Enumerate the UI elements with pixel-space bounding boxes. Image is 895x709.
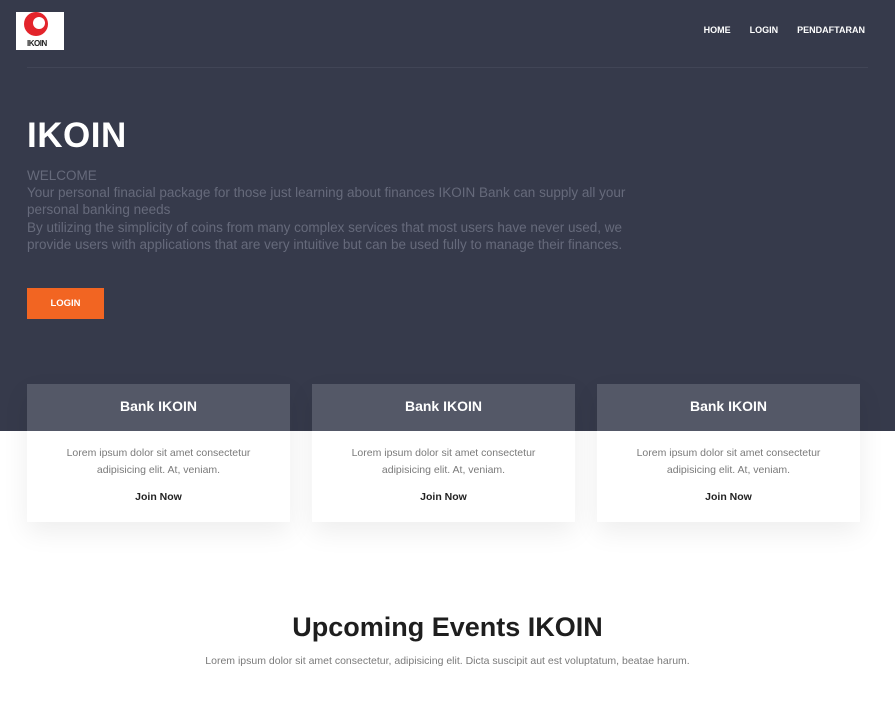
card-text: Lorem ipsum dolor sit amet consectetur a… [636, 447, 821, 476]
navbar: IKOIN HOME LOGIN PENDAFTARAN [0, 0, 895, 68]
feature-card: Bank IKOIN Lorem ipsum dolor sit amet co… [312, 384, 575, 522]
feature-card: Bank IKOIN Lorem ipsum dolor sit amet co… [27, 384, 290, 522]
logo[interactable]: IKOIN [16, 12, 64, 50]
logo-coin-hole [33, 17, 45, 29]
events-title: Upcoming Events IKOIN [292, 612, 603, 642]
nav-divider [27, 67, 868, 68]
feature-card: Bank IKOIN Lorem ipsum dolor sit amet co… [597, 384, 860, 522]
nav-login-link[interactable]: LOGIN [750, 25, 779, 35]
card-title: Bank IKOIN [27, 384, 290, 431]
hero-title: IKOIN [27, 116, 127, 155]
join-now-link[interactable]: Join Now [597, 491, 860, 503]
nav-register-link[interactable]: PENDAFTARAN [797, 25, 865, 35]
card-title: Bank IKOIN [312, 384, 575, 431]
card-title: Bank IKOIN [597, 384, 860, 431]
hero-welcome: WELCOME [27, 168, 97, 183]
logo-text: IKOIN [27, 39, 47, 48]
nav-menu: HOME LOGIN PENDAFTARAN [704, 25, 865, 35]
join-now-link[interactable]: Join Now [27, 491, 290, 503]
nav-home-link[interactable]: HOME [704, 25, 731, 35]
hero-login-button[interactable]: LOGIN [27, 288, 104, 319]
card-text: Lorem ipsum dolor sit amet consectetur a… [351, 447, 536, 476]
hero-description: WELCOME Your personal finacial package f… [27, 167, 652, 253]
join-now-link[interactable]: Join Now [312, 491, 575, 503]
card-text: Lorem ipsum dolor sit amet consectetur a… [66, 447, 251, 476]
events-subtitle: Lorem ipsum dolor sit amet consectetur, … [205, 655, 690, 667]
hero-line-1: Your personal finacial package for those… [27, 185, 626, 218]
hero-line-2: By utilizing the simplicity of coins fro… [27, 219, 623, 252]
